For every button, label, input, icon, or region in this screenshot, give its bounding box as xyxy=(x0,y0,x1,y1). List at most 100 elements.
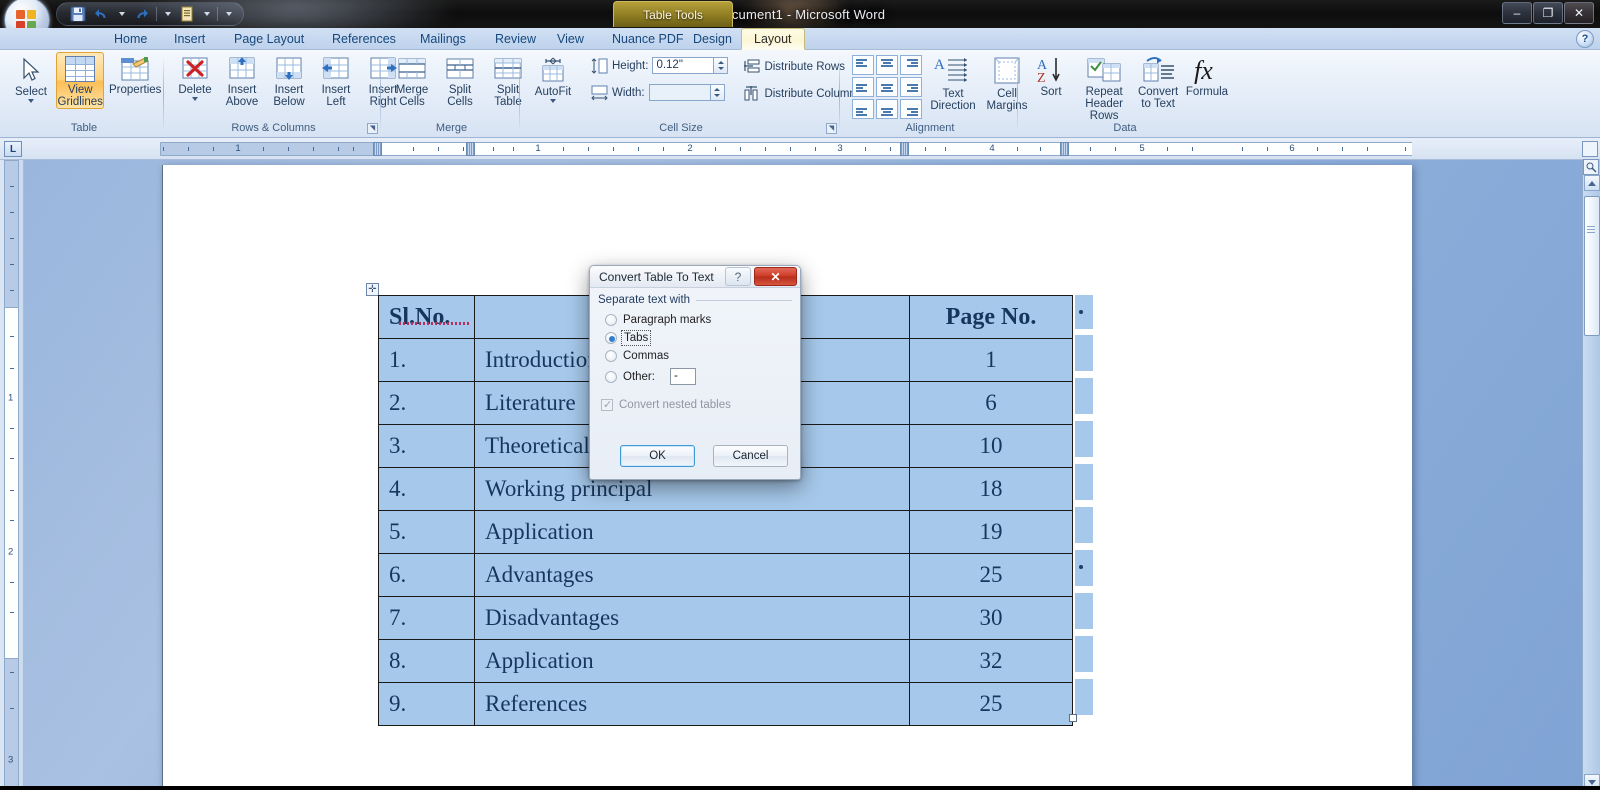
table-row[interactable]: 7. Disadvantages 30 xyxy=(378,596,1073,640)
radio-tabs[interactable]: Tabs xyxy=(605,330,792,346)
radio-commas-icon[interactable] xyxy=(605,350,617,362)
indent-handle-4[interactable] xyxy=(1060,142,1069,156)
other-separator-input[interactable]: - xyxy=(669,368,696,385)
select-button[interactable]: Select xyxy=(8,52,54,104)
align-center-button[interactable] xyxy=(876,77,898,97)
save-icon[interactable] xyxy=(67,4,89,24)
vertical-scrollbar[interactable] xyxy=(1582,159,1600,790)
print-preview-icon[interactable] xyxy=(176,4,198,24)
vertical-ruler[interactable]: 1 2 3 xyxy=(0,160,24,790)
group-divider-line xyxy=(696,299,792,301)
cell-size-dialog-launcher-icon[interactable]: ◥ xyxy=(826,123,837,134)
tab-stop-selector[interactable]: L xyxy=(4,141,22,157)
undo-dropdown-icon[interactable] xyxy=(115,4,128,24)
merge-cells-button[interactable]: Merge Cells xyxy=(389,52,435,109)
table-row[interactable]: 8. Application 32 xyxy=(378,639,1073,683)
height-spin-arrows[interactable] xyxy=(714,57,729,74)
width-label: Width: xyxy=(612,86,645,99)
ruler-number-4: 4 xyxy=(989,143,995,154)
formula-button[interactable]: fx Formula xyxy=(1184,52,1230,99)
undo-icon[interactable] xyxy=(91,4,113,24)
minimize-button[interactable]: – xyxy=(1502,2,1532,24)
radio-commas[interactable]: Commas xyxy=(605,350,792,362)
qat-customize-icon[interactable] xyxy=(200,4,213,24)
radio-paragraph-marks[interactable]: Paragraph marks xyxy=(605,314,792,326)
align-top-right-button[interactable] xyxy=(900,55,922,75)
width-spin-arrows[interactable] xyxy=(710,84,725,101)
align-bottom-center-button[interactable] xyxy=(876,99,898,119)
radio-tabs-icon[interactable] xyxy=(605,332,617,344)
close-button[interactable]: ✕ xyxy=(1564,2,1594,24)
vruler-number-2: 3 xyxy=(8,754,14,766)
align-bottom-left-button[interactable] xyxy=(852,99,874,119)
tab-page-layout[interactable]: Page Layout xyxy=(222,28,316,50)
insert-left-label-2: Left xyxy=(326,96,346,108)
repeat-header-rows-button[interactable]: Repeat Header Rows xyxy=(1076,52,1132,123)
radio-other-icon[interactable] xyxy=(605,370,617,383)
align-bottom-right-button[interactable] xyxy=(900,99,922,119)
delete-button[interactable]: Delete xyxy=(172,52,218,102)
align-center-left-button[interactable] xyxy=(852,77,874,97)
first-line-indent-handle[interactable] xyxy=(466,142,475,156)
radio-paragraph-marks-icon[interactable] xyxy=(605,314,617,326)
align-top-center-button[interactable] xyxy=(876,55,898,75)
tab-layout[interactable]: Layout xyxy=(741,28,805,50)
ok-button[interactable]: OK xyxy=(620,445,695,467)
dialog-close-button[interactable]: ✕ xyxy=(754,267,797,286)
document-workspace[interactable]: ✛ Sl.No. Page No. 1. Introduction 1 2. L… xyxy=(24,160,1600,790)
cell-page-4: 18 xyxy=(909,467,1073,511)
qat-overflow-icon[interactable] xyxy=(222,4,235,24)
height-label: Height: xyxy=(612,59,649,72)
align-center-right-button[interactable] xyxy=(900,77,922,97)
delete-dropdown-icon[interactable] xyxy=(192,97,198,101)
properties-button[interactable]: Properties xyxy=(106,52,164,97)
convert-to-text-button[interactable]: Convert to Text xyxy=(1134,52,1182,111)
width-input[interactable] xyxy=(648,84,711,101)
restore-button[interactable]: ❐ xyxy=(1533,2,1563,24)
width-spinner[interactable] xyxy=(648,84,725,101)
left-indent-handle[interactable] xyxy=(373,142,382,156)
qat-more-icon[interactable] xyxy=(161,4,174,24)
sort-button[interactable]: A Z Sort xyxy=(1028,52,1074,99)
table-row[interactable]: 5. Application 19 xyxy=(378,510,1073,554)
tab-home[interactable]: Home xyxy=(102,28,159,50)
align-top-left-button[interactable] xyxy=(852,55,874,75)
split-cells-button[interactable]: Split Cells xyxy=(437,52,483,109)
tab-mailings[interactable]: Mailings xyxy=(408,28,478,50)
radio-other[interactable]: Other: - xyxy=(605,368,792,385)
help-icon[interactable]: ? xyxy=(1576,30,1594,48)
autofit-dropdown-icon[interactable] xyxy=(550,99,556,103)
cancel-button[interactable]: Cancel xyxy=(713,445,788,467)
view-gridlines-button[interactable]: View Gridlines xyxy=(56,52,105,109)
convert-table-to-text-dialog[interactable]: Convert Table To Text ? ✕ Separate text … xyxy=(589,265,801,480)
table-row[interactable]: 6. Advantages 25 xyxy=(378,553,1073,597)
insert-below-button[interactable]: Insert Below xyxy=(266,52,312,109)
tab-design[interactable]: Design xyxy=(681,28,744,50)
horizontal-ruler[interactable]: L 1 1 2 3 4 5 6 xyxy=(0,138,1600,160)
table-row[interactable]: 9. References 25 xyxy=(378,682,1073,726)
tab-review[interactable]: Review xyxy=(483,28,548,50)
office-button[interactable] xyxy=(4,0,50,28)
insert-above-button[interactable]: Insert Above xyxy=(219,52,265,109)
select-dropdown-icon[interactable] xyxy=(28,99,34,103)
formula-label: Formula xyxy=(1185,86,1229,98)
autofit-button[interactable]: AutoFit xyxy=(530,52,576,104)
dialog-help-button[interactable]: ? xyxy=(725,267,751,286)
text-direction-button[interactable]: A Text Direction xyxy=(930,52,976,113)
dialog-title-bar[interactable]: Convert Table To Text ? ✕ xyxy=(590,266,800,288)
select-browse-object-icon[interactable] xyxy=(1583,159,1599,175)
height-input[interactable]: 0.12" xyxy=(652,57,715,74)
height-spinner[interactable]: 0.12" xyxy=(652,57,729,74)
scroll-up-button[interactable] xyxy=(1584,175,1600,191)
indent-handle-3[interactable] xyxy=(900,142,909,156)
table-resize-handle[interactable] xyxy=(1069,714,1077,722)
insert-left-button[interactable]: Insert Left xyxy=(313,52,359,109)
scrollbar-thumb[interactable] xyxy=(1584,196,1600,336)
cell-page-8: 32 xyxy=(909,639,1073,683)
redo-icon[interactable] xyxy=(130,4,152,24)
tab-view[interactable]: View xyxy=(545,28,596,50)
rows-columns-dialog-launcher-icon[interactable]: ◥ xyxy=(367,123,378,134)
tab-references[interactable]: References xyxy=(320,28,408,50)
tab-insert[interactable]: Insert xyxy=(162,28,217,50)
ruler-view-toggle[interactable] xyxy=(1582,141,1598,157)
